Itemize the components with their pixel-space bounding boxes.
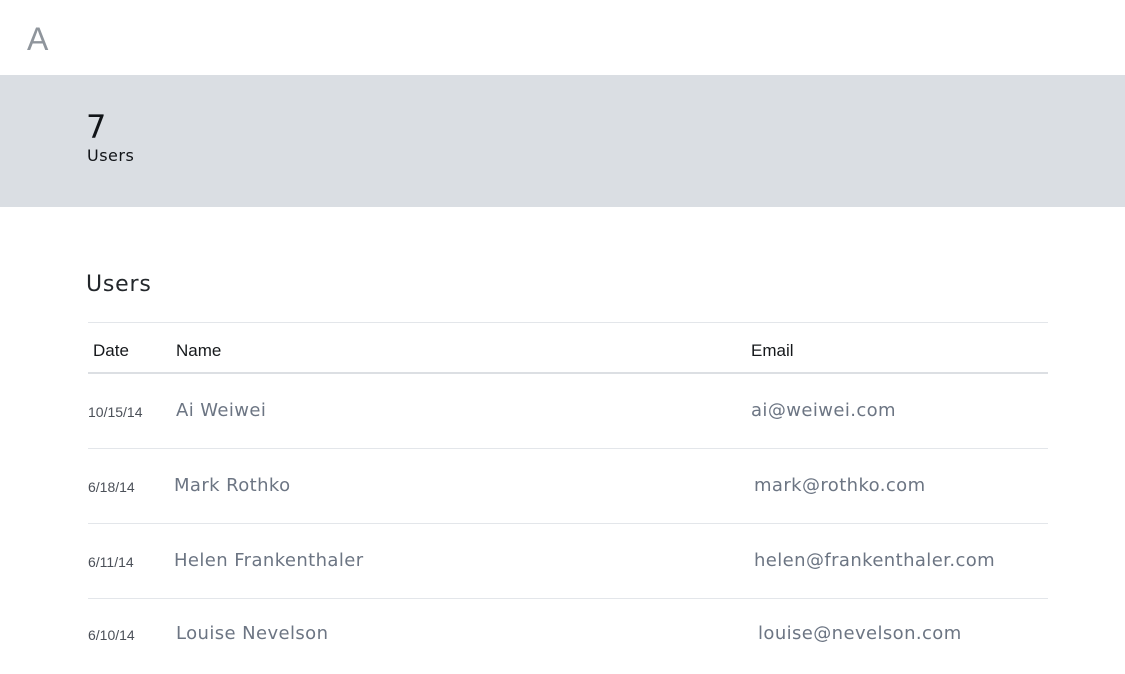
- row-email[interactable]: helen@frankenthaler.com: [754, 550, 995, 571]
- user-count-value: 7: [86, 108, 107, 146]
- app-logo[interactable]: A: [27, 20, 48, 58]
- users-table: Date Name Email 10/15/14 Ai Weiwei ai@we…: [88, 322, 1048, 674]
- row-name[interactable]: Helen Frankenthaler: [174, 550, 364, 571]
- row-date: 6/18/14: [88, 479, 135, 495]
- row-date: 10/15/14: [88, 404, 143, 420]
- users-section-title: Users: [86, 272, 152, 297]
- stats-banner: 7 Users: [0, 75, 1125, 207]
- user-count-label: Users: [87, 146, 135, 165]
- table-row[interactable]: 6/11/14 Helen Frankenthaler helen@franke…: [88, 524, 1048, 599]
- row-date: 6/10/14: [88, 627, 135, 643]
- row-name[interactable]: Mark Rothko: [174, 475, 290, 496]
- table-row[interactable]: 6/10/14 Louise Nevelson louise@nevelson.…: [88, 599, 1048, 674]
- column-header-email[interactable]: Email: [751, 341, 794, 361]
- row-email[interactable]: mark@rothko.com: [754, 475, 926, 496]
- row-name[interactable]: Ai Weiwei: [176, 400, 266, 421]
- row-name[interactable]: Louise Nevelson: [176, 623, 328, 644]
- table-row[interactable]: 6/18/14 Mark Rothko mark@rothko.com: [88, 449, 1048, 524]
- table-row[interactable]: 10/15/14 Ai Weiwei ai@weiwei.com: [88, 374, 1048, 449]
- row-email[interactable]: louise@nevelson.com: [758, 623, 962, 644]
- top-bar: A: [0, 0, 1125, 75]
- row-date: 6/11/14: [88, 554, 134, 570]
- column-header-date[interactable]: Date: [93, 341, 129, 361]
- row-email[interactable]: ai@weiwei.com: [751, 400, 896, 421]
- users-table-header: Date Name Email: [88, 322, 1048, 374]
- column-header-name[interactable]: Name: [176, 341, 221, 361]
